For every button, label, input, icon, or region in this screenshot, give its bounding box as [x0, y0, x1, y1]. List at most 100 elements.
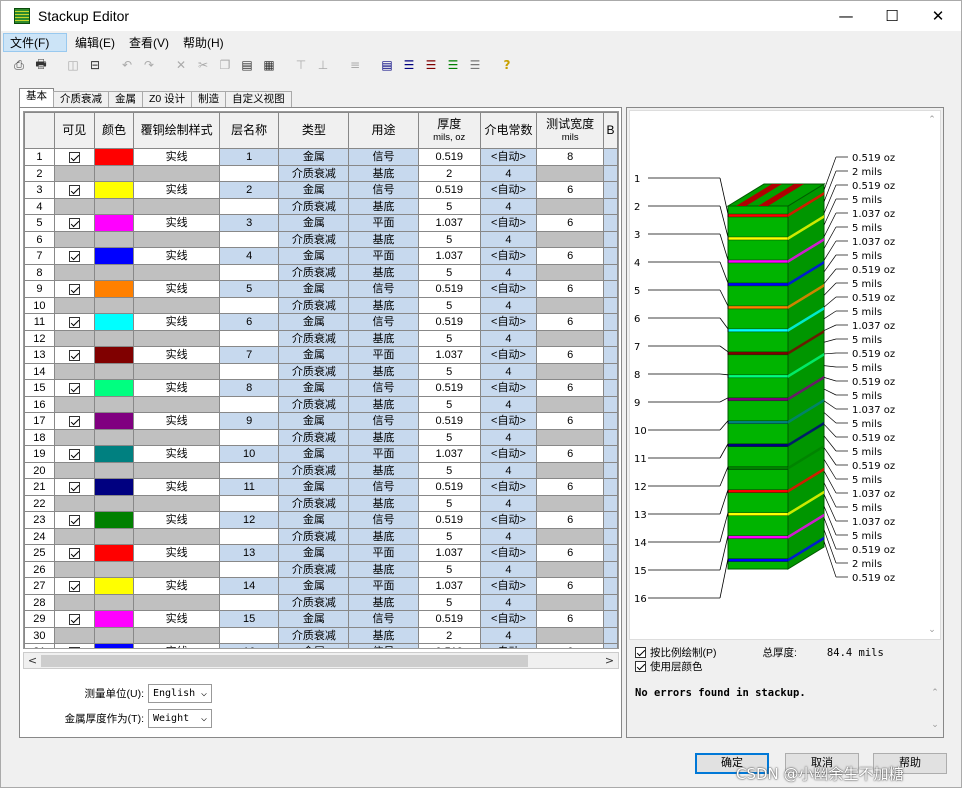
usage-cell[interactable]: 基底: [348, 330, 419, 347]
layer-name-cell[interactable]: [218, 594, 280, 611]
draw-style-cell[interactable]: [133, 231, 220, 248]
table-row[interactable]: 10 介质衰减 基底 5 4: [24, 297, 618, 314]
copper-thickness-select[interactable]: Weight ⌵: [148, 709, 212, 728]
color-cell[interactable]: [93, 561, 135, 578]
tab-dielectric[interactable]: 介质衰减: [53, 91, 109, 107]
visible-checkbox[interactable]: [68, 415, 80, 427]
table-row[interactable]: 25 实线 13 金属 平面 1.037 <自动> 6: [24, 544, 618, 562]
table-row[interactable]: 3 实线 2 金属 信号 0.519 <自动> 6: [24, 181, 618, 199]
visible-cell[interactable]: [53, 544, 95, 562]
visible-cell[interactable]: [53, 511, 95, 529]
col-header-draw-style[interactable]: 覆铜绘制样式: [133, 112, 220, 149]
type-cell[interactable]: 金属: [278, 247, 350, 265]
horizontal-scrollbar[interactable]: < >: [23, 652, 619, 669]
color-cell[interactable]: [93, 643, 135, 648]
layer-name-cell[interactable]: 7: [218, 346, 280, 364]
test-width-cell[interactable]: [536, 561, 604, 578]
usage-cell[interactable]: 信号: [348, 280, 419, 298]
type-cell[interactable]: 介质衰减: [278, 297, 350, 314]
type-cell[interactable]: 介质衰减: [278, 561, 350, 578]
cut-icon[interactable]: ✂: [195, 57, 211, 73]
draw-style-cell[interactable]: [133, 528, 220, 545]
paste-special-icon[interactable]: ▦: [261, 57, 277, 73]
table-row[interactable]: 12 介质衰减 基底 5 4: [24, 330, 618, 347]
table-row[interactable]: 7 实线 4 金属 平面 1.037 <自动> 6: [24, 247, 618, 265]
dielectric-constant-cell[interactable]: 4: [479, 396, 538, 413]
dielectric-constant-cell[interactable]: 4: [479, 561, 538, 578]
draw-style-cell[interactable]: [133, 297, 220, 314]
color-cell[interactable]: [93, 528, 135, 545]
type-cell[interactable]: 介质衰减: [278, 627, 350, 644]
visible-cell[interactable]: [53, 346, 95, 364]
draw-style-cell[interactable]: [133, 594, 220, 611]
test-width-cell[interactable]: [536, 627, 604, 644]
type-cell[interactable]: 金属: [278, 544, 350, 562]
color-cell[interactable]: [93, 429, 135, 446]
type-cell[interactable]: 金属: [278, 478, 350, 496]
table-row[interactable]: 2 介质衰减 基底 2 4: [24, 165, 618, 182]
dielectric-constant-cell[interactable]: <自动>: [479, 379, 538, 397]
layer-name-cell[interactable]: 13: [218, 544, 280, 562]
close-button[interactable]: ✕: [915, 1, 961, 31]
color-cell[interactable]: [93, 165, 135, 182]
col-header-dielectric-constant[interactable]: 介电常数: [479, 112, 538, 149]
partial-cell[interactable]: [602, 264, 618, 281]
usage-cell[interactable]: 基底: [348, 297, 419, 314]
color-cell[interactable]: [93, 577, 135, 595]
partial-cell[interactable]: [602, 313, 618, 331]
dielectric-constant-cell[interactable]: 4: [479, 330, 538, 347]
visible-cell[interactable]: [53, 561, 95, 578]
row-number[interactable]: 23: [24, 511, 55, 529]
color-cell[interactable]: [93, 181, 135, 199]
test-width-cell[interactable]: 6: [536, 610, 604, 628]
tab-z0-design[interactable]: Z0 设计: [142, 91, 193, 107]
color-cell[interactable]: [93, 231, 135, 248]
color-cell[interactable]: [93, 544, 135, 562]
col-header-visible[interactable]: 可见: [53, 112, 95, 149]
draw-style-cell[interactable]: 实线: [133, 214, 220, 232]
visible-checkbox[interactable]: [68, 580, 80, 592]
row-number[interactable]: 25: [24, 544, 55, 562]
layer-name-cell[interactable]: 14: [218, 577, 280, 595]
partial-cell[interactable]: [602, 280, 618, 298]
row-number[interactable]: 9: [24, 280, 55, 298]
draw-style-cell[interactable]: [133, 495, 220, 512]
table-row[interactable]: 6 介质衰减 基底 5 4: [24, 231, 618, 248]
color-swatch[interactable]: [95, 347, 133, 363]
color-swatch[interactable]: [95, 578, 133, 594]
usage-cell[interactable]: 基底: [348, 429, 419, 446]
draw-style-cell[interactable]: 实线: [133, 445, 220, 463]
col-header-test-width[interactable]: 测试宽度 mils: [536, 112, 604, 149]
test-width-cell[interactable]: 6: [536, 214, 604, 232]
type-cell[interactable]: 介质衰减: [278, 165, 350, 182]
test-width-cell[interactable]: 6: [536, 577, 604, 595]
visible-checkbox[interactable]: [68, 382, 80, 394]
partial-cell[interactable]: [602, 462, 618, 479]
visible-cell[interactable]: [53, 445, 95, 463]
thickness-cell[interactable]: 5: [417, 561, 481, 578]
visible-checkbox[interactable]: [68, 547, 80, 559]
partial-cell[interactable]: [602, 577, 618, 595]
draw-style-cell[interactable]: 实线: [133, 280, 220, 298]
dielectric-constant-cell[interactable]: <自动>: [479, 181, 538, 199]
partial-cell[interactable]: [602, 412, 618, 430]
test-width-cell[interactable]: 6: [536, 478, 604, 496]
visible-cell[interactable]: [53, 643, 95, 648]
thickness-cell[interactable]: 5: [417, 198, 481, 215]
stackup-grid[interactable]: 可见 颜色 覆铜绘制样式 层名称 类型 用途 厚度 mils, oz 介电常数 测…: [23, 111, 619, 649]
partial-cell[interactable]: [602, 511, 618, 529]
draw-style-cell[interactable]: 实线: [133, 412, 220, 430]
menu-edit[interactable]: 编辑(E): [69, 32, 121, 53]
usage-cell[interactable]: 平面: [348, 214, 419, 232]
thickness-cell[interactable]: 1.037: [417, 577, 481, 595]
test-width-cell[interactable]: [536, 297, 604, 314]
partial-cell[interactable]: [602, 363, 618, 380]
type-cell[interactable]: 介质衰减: [278, 396, 350, 413]
table-row[interactable]: 1 实线 1 金属 信号 0.519 <自动> 8: [24, 148, 618, 166]
dielectric-constant-cell[interactable]: <自动>: [479, 478, 538, 496]
draw-style-cell[interactable]: 实线: [133, 247, 220, 265]
table-row[interactable]: 8 介质衰减 基底 5 4: [24, 264, 618, 281]
copy-icon[interactable]: ❐: [217, 57, 233, 73]
draw-style-cell[interactable]: 实线: [133, 544, 220, 562]
draw-style-cell[interactable]: 实线: [133, 610, 220, 628]
